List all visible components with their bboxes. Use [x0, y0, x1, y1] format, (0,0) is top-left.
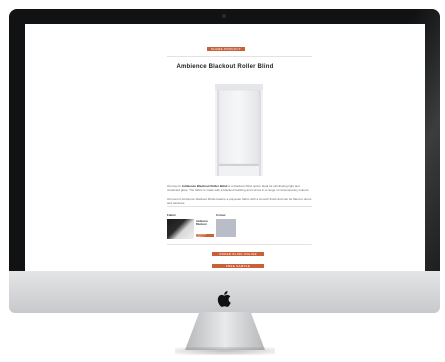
camera-icon: [222, 14, 226, 18]
apple-logo-icon: [217, 291, 231, 307]
monitor-stand: [185, 312, 265, 350]
fabric-label: Fabric: [167, 213, 177, 217]
share-product-button[interactable]: Share product: [207, 47, 245, 51]
description-paragraph-2: Ourmoor's Ambience blackout blinds featu…: [167, 197, 312, 205]
free-sample-button[interactable]: Free sample: [212, 264, 264, 268]
stand-shadow: [175, 347, 275, 355]
fabric-name: Ambience Blackout: [196, 220, 208, 226]
colour-swatch[interactable]: [216, 219, 236, 237]
imac-monitor: Share product Ambience Blackout Roller B…: [9, 9, 440, 313]
fabric-swatch[interactable]: [167, 219, 194, 239]
divider: [167, 206, 312, 207]
colour-label: Colour: [216, 213, 226, 217]
order-blind-button[interactable]: Order blind online: [212, 252, 264, 256]
page-title: Ambience Blackout Roller Blind: [176, 64, 274, 70]
divider: [167, 244, 312, 245]
change-fabric-button[interactable]: Change fabric: [196, 234, 214, 238]
screen: Share product Ambience Blackout Roller B…: [25, 24, 425, 274]
product-image: [215, 84, 263, 176]
divider: [167, 56, 312, 57]
description-paragraph-1: Ourmoor's Ambience Blackout Roller Blind…: [167, 184, 310, 192]
